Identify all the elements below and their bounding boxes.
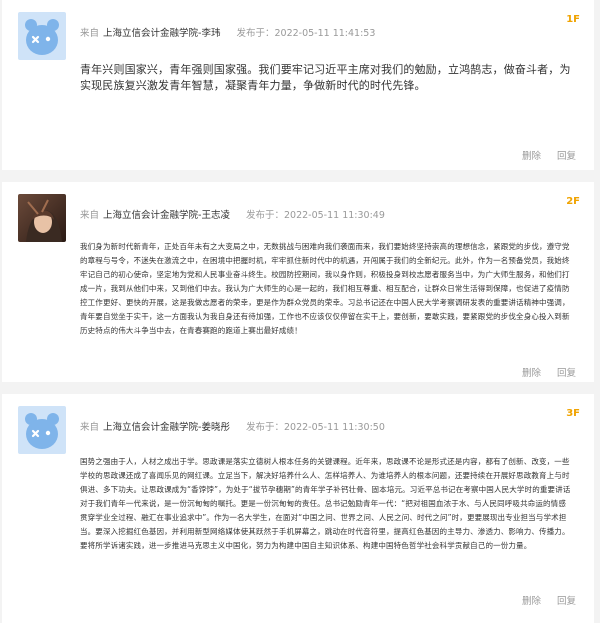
comment-card: 来自 上海立信会计金融学院-李玮 发布于：2022-05-11 11:41:53 1… (2, 0, 594, 170)
comment-content: 青年兴则国家兴，青年强则国家强。我们要牢记习近平主席对我们的勉励，立鸿鹄志，做奋… (80, 63, 571, 92)
comment-actions: 删除 回复 (506, 593, 576, 607)
comment-card: 来自 上海立信会计金融学院-王志凌 发布于：2022-05-11 11:30:49 … (2, 182, 594, 382)
delete-button[interactable]: 删除 (522, 593, 541, 607)
avatar[interactable] (18, 12, 66, 60)
floor-number: 2F (566, 196, 580, 207)
post-time: 发布于：2022-05-11 11:30:49 (245, 210, 385, 221)
reply-button[interactable]: 回复 (557, 148, 576, 162)
comment-actions: 删除 回复 (506, 148, 576, 162)
author-school[interactable]: 上海立信会计金融学院-李玮 (103, 28, 220, 39)
from-label: 来自 (80, 210, 100, 221)
floor-number: 1F (566, 14, 580, 25)
comment-content: 我们身为新时代新青年，正处百年未有之大变局之中，无数挑战与困难向我们袭面而来，我… (80, 242, 570, 335)
from-label: 来自 (80, 28, 100, 39)
from-label: 来自 (80, 422, 100, 433)
author-school[interactable]: 上海立信会计金融学院-王志凌 (103, 210, 230, 221)
comment-actions: 删除 回复 (506, 365, 576, 379)
floor-number: 3F (566, 408, 580, 419)
author-school[interactable]: 上海立信会计金融学院-姜晓彤 (103, 422, 230, 433)
anime-avatar-icon (18, 194, 66, 242)
avatar[interactable] (18, 406, 66, 454)
bear-avatar-icon (18, 12, 66, 60)
delete-button[interactable]: 删除 (522, 365, 541, 379)
reply-button[interactable]: 回复 (557, 593, 576, 607)
comment-meta: 来自 上海立信会计金融学院-王志凌 发布于：2022-05-11 11:30:49 (80, 210, 385, 222)
delete-button[interactable]: 删除 (522, 148, 541, 162)
comment-meta: 来自 上海立信会计金融学院-姜晓彤 发布于：2022-05-11 11:30:50 (80, 422, 385, 434)
reply-button[interactable]: 回复 (557, 365, 576, 379)
post-time: 发布于：2022-05-11 11:30:50 (245, 422, 385, 433)
comment-card: 来自 上海立信会计金融学院-姜晓彤 发布于：2022-05-11 11:30:50 … (2, 394, 594, 623)
comment-meta: 来自 上海立信会计金融学院-李玮 发布于：2022-05-11 11:41:53 (80, 28, 375, 40)
post-time: 发布于：2022-05-11 11:41:53 (236, 28, 376, 39)
bear-avatar-icon (18, 406, 66, 454)
comment-content: 国势之强由于人，人材之成出于学。思政课是落实立德树人根本任务的关键课程。近年来，… (80, 457, 571, 550)
avatar[interactable] (18, 194, 66, 242)
